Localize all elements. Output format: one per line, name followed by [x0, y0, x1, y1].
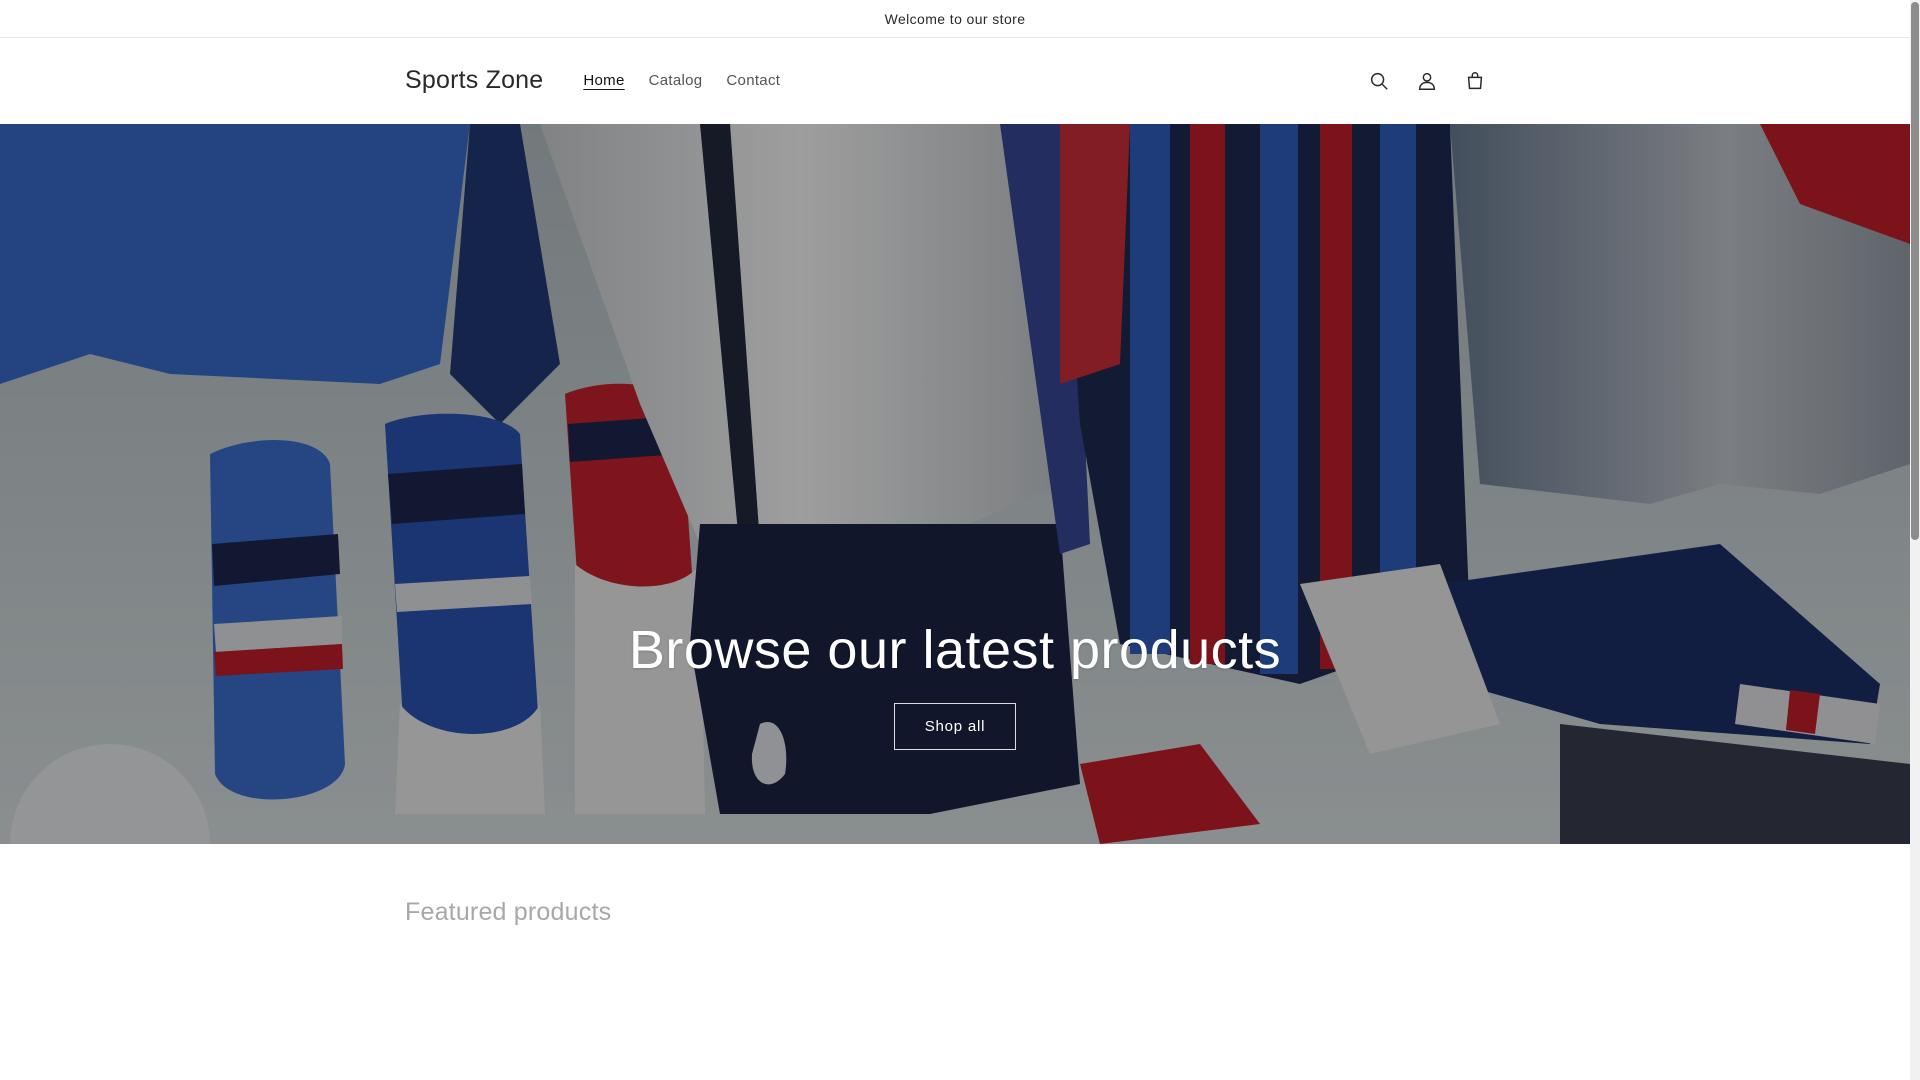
featured-title: Featured products	[405, 898, 612, 926]
announcement-bar: Welcome to our store	[0, 0, 1910, 38]
hero-title: Browse our latest products	[628, 620, 1282, 680]
nav-contact[interactable]: Contact	[714, 64, 792, 97]
cart-button[interactable]	[1453, 59, 1497, 103]
hero-banner: Browse our latest products Shop all	[0, 124, 1910, 844]
shop-all-button[interactable]: Shop all	[894, 703, 1016, 750]
search-icon	[1370, 72, 1388, 90]
page: Welcome to our store Sports Zone Home Ca…	[0, 0, 1920, 1080]
featured-section: Featured products	[405, 898, 611, 927]
account-icon	[1418, 72, 1436, 90]
main-nav: Home Catalog Contact	[571, 64, 792, 97]
nav-catalog[interactable]: Catalog	[637, 64, 715, 97]
cart-icon	[1467, 71, 1483, 89]
search-button[interactable]	[1357, 59, 1401, 103]
account-button[interactable]	[1405, 59, 1449, 103]
header-inner: Sports Zone Home Catalog Contact	[405, 38, 1505, 123]
store-page: Welcome to our store Sports Zone Home Ca…	[0, 0, 1910, 1080]
site-header: Sports Zone Home Catalog Contact	[0, 38, 1910, 123]
store-logo[interactable]: Sports Zone	[405, 66, 543, 95]
header-icons	[1357, 59, 1497, 103]
nav-home[interactable]: Home	[571, 64, 636, 97]
page-scrollbar[interactable]	[1910, 0, 1920, 1080]
scrollbar-thumb[interactable]	[1911, 2, 1919, 540]
announcement-text: Welcome to our store	[884, 10, 1026, 27]
hero-content: Browse our latest products Shop all	[0, 619, 1910, 750]
